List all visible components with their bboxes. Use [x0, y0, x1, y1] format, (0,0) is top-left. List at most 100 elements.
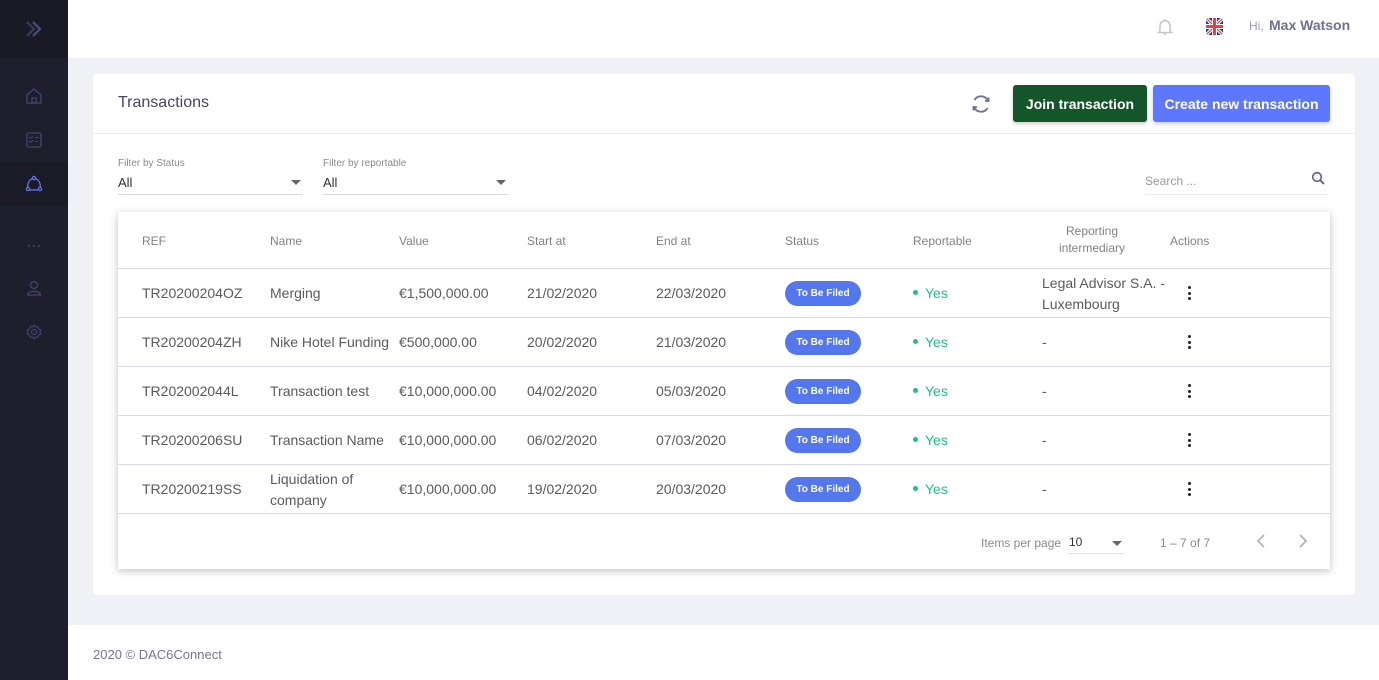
row-actions-menu-icon[interactable]: [1184, 431, 1194, 449]
cell-start: 04/02/2020: [527, 383, 598, 399]
cell-ref: TR20200204OZ: [142, 285, 243, 301]
column-header-intermediary[interactable]: Reporting intermediary: [1042, 223, 1142, 257]
items-per-page-label: Items per page: [981, 536, 1062, 550]
status-badge: To Be Filed: [785, 379, 861, 404]
column-header-start[interactable]: Start at: [527, 234, 566, 248]
page-range-label: 1 – 7 of 7: [1160, 536, 1211, 550]
bell-icon[interactable]: [1155, 17, 1175, 37]
reportable-filter-label: Filter by reportable: [323, 158, 407, 169]
cell-ref: TR202002044L: [142, 383, 239, 399]
reportable-text: Yes: [925, 383, 948, 399]
cell-end: 07/03/2020: [656, 432, 727, 448]
status-badge: To Be Filed: [785, 428, 861, 453]
footer: 2020 © DAC6Connect: [68, 625, 1379, 680]
card-header: Transactions Join transaction Create new…: [93, 74, 1355, 134]
join-transaction-button[interactable]: Join transaction: [1013, 85, 1147, 122]
sidebar-toggle[interactable]: [0, 0, 68, 58]
cell-end: 21/03/2020: [656, 334, 727, 350]
sidebar-item-transactions[interactable]: [0, 162, 68, 206]
items-per-page-select[interactable]: 10: [1068, 532, 1124, 554]
double-chevron-right-icon: [26, 21, 42, 37]
transactions-card: Transactions Join transaction Create new…: [93, 74, 1355, 595]
sidebar-item-profile[interactable]: [0, 266, 68, 310]
table-row[interactable]: TR20200219SS Liquidation of company €10,…: [118, 465, 1330, 514]
cell-start: 19/02/2020: [527, 481, 598, 497]
cell-intermediary: -: [1042, 383, 1047, 399]
sidebar-item-home[interactable]: [0, 74, 68, 118]
row-actions-menu-icon[interactable]: [1184, 480, 1194, 498]
cell-end: 05/03/2020: [656, 383, 727, 399]
sidebar-item-settings[interactable]: [0, 310, 68, 354]
column-header-ref[interactable]: REF: [142, 234, 166, 248]
cell-value: €500,000.00: [399, 334, 477, 350]
items-per-page-value: 10: [1069, 535, 1083, 549]
home-icon: [26, 88, 42, 104]
sidebar: [0, 0, 68, 680]
cell-intermediary: Legal Advisor S.A. - Luxembourg: [1042, 275, 1165, 312]
cell-name: Transaction Name: [270, 432, 384, 448]
table-row[interactable]: TR202002044L Transaction test €10,000,00…: [118, 367, 1330, 416]
column-header-reportable[interactable]: Reportable: [913, 234, 972, 248]
next-page-button[interactable]: [1293, 532, 1311, 550]
reportable-text: Yes: [925, 334, 948, 350]
row-actions-menu-icon[interactable]: [1184, 284, 1194, 302]
cell-intermediary: -: [1042, 334, 1047, 350]
cell-intermediary: -: [1042, 432, 1047, 448]
status-badge: To Be Filed: [785, 477, 861, 502]
cell-value: €10,000,000.00: [399, 383, 497, 399]
reportable-filter-value: All: [323, 175, 338, 190]
reportable-indicator: Yes: [913, 432, 948, 448]
top-header: Hi, Max Watson: [68, 0, 1379, 58]
copyright-text: 2020 © DAC6Connect: [93, 647, 222, 662]
cell-intermediary: -: [1042, 481, 1047, 497]
transactions-table: REF Name Value Start at End at Status Re…: [118, 212, 1330, 569]
user-name[interactable]: Max Watson: [1269, 17, 1350, 33]
sidebar-item-tasks[interactable]: [0, 118, 68, 162]
paginator: Items per page 10 1 – 7 of 7: [118, 514, 1330, 569]
cell-name: Liquidation of company: [270, 471, 354, 508]
table-row[interactable]: TR20200206SU Transaction Name €10,000,00…: [118, 416, 1330, 465]
search-icon[interactable]: [1311, 171, 1326, 186]
greeting-text: Hi,: [1249, 19, 1264, 33]
create-transaction-button[interactable]: Create new transaction: [1153, 85, 1330, 122]
search-box: [1145, 168, 1328, 195]
status-dot-icon: [913, 338, 918, 344]
row-actions-menu-icon[interactable]: [1184, 382, 1194, 400]
cell-start: 20/02/2020: [527, 334, 598, 350]
reportable-indicator: Yes: [913, 383, 948, 399]
cell-value: €10,000,000.00: [399, 432, 497, 448]
search-input[interactable]: [1145, 168, 1305, 188]
status-dot-icon: [913, 436, 918, 442]
language-flag-icon[interactable]: [1206, 18, 1223, 35]
caret-down-icon: [1112, 541, 1122, 546]
reportable-indicator: Yes: [913, 334, 948, 350]
cell-value: €10,000,000.00: [399, 481, 497, 497]
row-actions-menu-icon[interactable]: [1184, 333, 1194, 351]
page-title: Transactions: [118, 94, 209, 111]
table-row[interactable]: TR20200204OZ Merging €1,500,000.00 21/02…: [118, 269, 1330, 318]
reportable-text: Yes: [925, 285, 948, 301]
status-filter-select[interactable]: Filter by Status All: [118, 158, 303, 195]
status-dot-icon: [913, 289, 918, 295]
reportable-indicator: Yes: [913, 481, 948, 497]
reportable-text: Yes: [925, 481, 948, 497]
reportable-filter-select[interactable]: Filter by reportable All: [323, 158, 508, 195]
cell-start: 21/02/2020: [527, 285, 598, 301]
cell-start: 06/02/2020: [527, 432, 598, 448]
column-header-name[interactable]: Name: [270, 234, 302, 248]
status-badge: To Be Filed: [785, 281, 861, 306]
previous-page-button[interactable]: [1253, 532, 1271, 550]
refresh-icon[interactable]: [969, 92, 993, 116]
column-header-status[interactable]: Status: [785, 234, 819, 248]
column-header-value[interactable]: Value: [399, 234, 429, 248]
cell-ref: TR20200219SS: [142, 481, 242, 497]
cell-ref: TR20200206SU: [142, 432, 243, 448]
sidebar-item-more[interactable]: [0, 224, 68, 268]
column-header-end[interactable]: End at: [656, 234, 691, 248]
cell-name: Nike Hotel Funding: [270, 334, 390, 350]
network-icon: [25, 175, 43, 192]
caret-down-icon: [496, 180, 506, 185]
table-row[interactable]: TR20200204ZH Nike Hotel Funding €500,000…: [118, 318, 1330, 367]
status-filter-label: Filter by Status: [118, 158, 185, 169]
reportable-text: Yes: [925, 432, 948, 448]
